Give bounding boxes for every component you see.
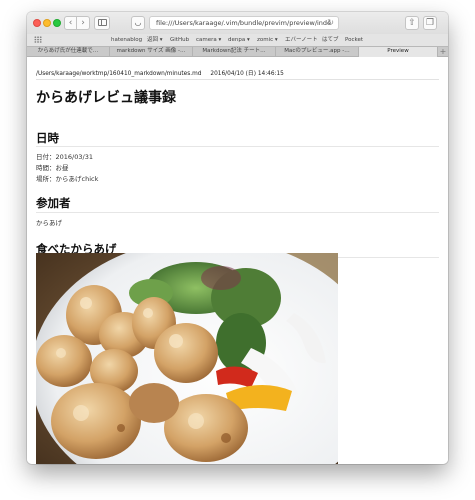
section-heading-datetime: 日時 bbox=[36, 131, 59, 145]
back-button[interactable]: ‹ bbox=[64, 16, 77, 30]
address-bar[interactable]: file:///Users/karaage/.vim/bundle/previm… bbox=[149, 16, 339, 30]
share-button[interactable]: ⇧ bbox=[405, 16, 419, 30]
chevron-left-icon: ‹ bbox=[68, 18, 73, 28]
tab-preview[interactable]: Preview bbox=[359, 47, 438, 57]
time-line: 時間：お昼 bbox=[36, 164, 69, 172]
forward-button[interactable]: › bbox=[77, 16, 90, 30]
karaage-photo bbox=[36, 253, 338, 464]
maximize-window-button[interactable] bbox=[53, 19, 61, 27]
tab-bar: からあげ氏が仕連載で… markdown サイズ 画像 -… Markdown記… bbox=[27, 46, 448, 57]
tabs-overview-button[interactable]: ❐ bbox=[423, 16, 437, 30]
favorite-camera[interactable]: camera ▾ bbox=[196, 35, 221, 45]
section-heading-participants: 参加者 bbox=[36, 196, 71, 210]
favorite-pocket[interactable]: Pocket bbox=[345, 35, 363, 45]
reload-icon[interactable]: ↻ bbox=[327, 17, 334, 29]
participant-line: からあげ bbox=[36, 219, 62, 227]
page-title: からあげレビュ議事録 bbox=[36, 90, 176, 106]
browser-window: ‹ › ◡ file:///Users/karaage/.vim/bundle/… bbox=[27, 12, 448, 464]
place-line: 場所：からあげchick bbox=[36, 175, 99, 183]
pocket-button[interactable]: ◡ bbox=[131, 16, 145, 30]
file-modified-date: 2016/04/10 (日) 14:46:15 bbox=[210, 71, 284, 77]
url-text: file:///Users/karaage/.vim/bundle/previm… bbox=[156, 19, 332, 27]
share-icon: ⇧ bbox=[408, 18, 416, 28]
toolbar: ‹ › ◡ file:///Users/karaage/.vim/bundle/… bbox=[27, 12, 448, 34]
minimize-window-button[interactable] bbox=[43, 19, 51, 27]
sidebar-icon bbox=[97, 19, 107, 26]
favorites-bar: hatenablog 返回 ▾ GitHub camera ▾ denpa ▾ … bbox=[27, 34, 448, 46]
favorite-hatebu[interactable]: はてブ bbox=[322, 35, 339, 45]
file-meta: /Users/karaage/worktmp/160410_markdown/m… bbox=[36, 68, 284, 77]
tab-1[interactable]: からあげ氏が仕連載で… bbox=[27, 47, 110, 57]
tab-2[interactable]: markdown サイズ 画像 -… bbox=[110, 47, 193, 57]
file-path: /Users/karaage/worktmp/160410_markdown/m… bbox=[36, 71, 202, 77]
sidebar-button[interactable] bbox=[94, 16, 110, 30]
divider bbox=[36, 146, 439, 147]
favorite-hatenablog[interactable]: hatenablog bbox=[111, 35, 142, 45]
favorite-denpa[interactable]: denpa ▾ bbox=[228, 35, 250, 45]
grid-icon[interactable] bbox=[34, 36, 42, 43]
tab-4[interactable]: Macのプレビュー.app -… bbox=[276, 47, 359, 57]
pocket-icon: ◡ bbox=[134, 18, 142, 27]
date-line: 日付：2016/03/31 bbox=[36, 153, 93, 161]
favorite-evernote[interactable]: エバーノート bbox=[285, 35, 318, 45]
favorite-folder-1[interactable]: 返回 ▾ bbox=[147, 35, 163, 45]
tabs-overview-icon: ❐ bbox=[425, 18, 435, 28]
tab-3[interactable]: Markdown記法 チート… bbox=[193, 47, 276, 57]
close-window-button[interactable] bbox=[33, 19, 41, 27]
favorite-zomic[interactable]: zomic ▾ bbox=[257, 35, 278, 45]
chevron-right-icon: › bbox=[81, 18, 85, 28]
favorite-github[interactable]: GitHub bbox=[170, 35, 189, 45]
page-content: /Users/karaage/worktmp/160410_markdown/m… bbox=[27, 57, 448, 464]
divider bbox=[36, 79, 439, 80]
new-tab-button[interactable]: + bbox=[438, 47, 448, 57]
divider bbox=[36, 212, 439, 213]
